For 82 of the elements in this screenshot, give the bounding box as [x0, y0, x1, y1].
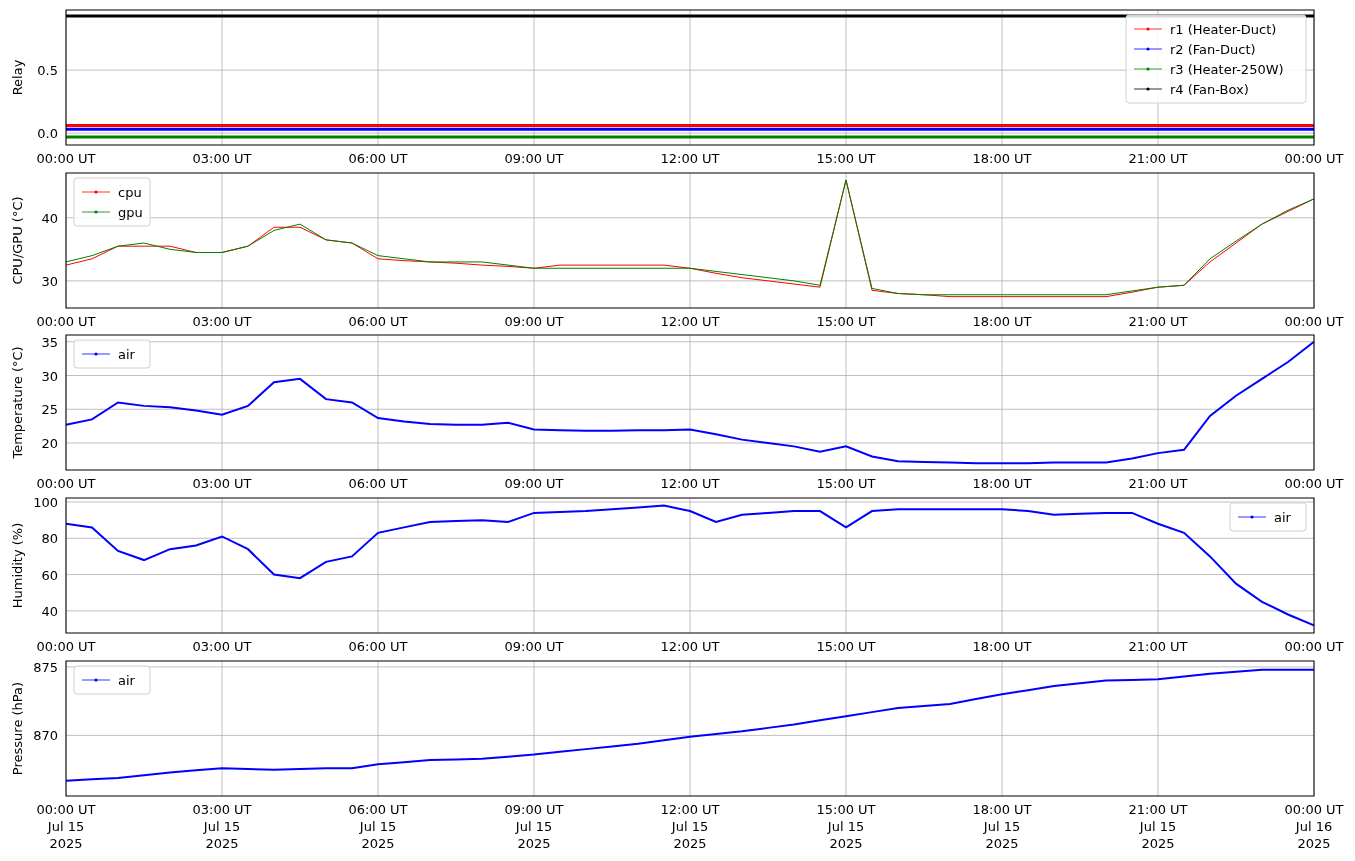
tick-label: 00:00 UT [1284, 151, 1344, 166]
tick-label: 35 [41, 335, 58, 350]
tick-label: 06:00 UT Jul 15 2025 [348, 801, 408, 851]
tick-label: 15:00 UT [816, 313, 876, 329]
tick-label: 21:00 UT Jul 15 2025 [1128, 801, 1188, 851]
axis-label: Relay [10, 59, 25, 96]
tick-label: 12:00 UT [660, 313, 720, 329]
tick-label: 15:00 UT [816, 638, 876, 654]
tick-label: 09:00 UT [504, 476, 564, 492]
axis-label: Pressure (hPa) [10, 681, 25, 775]
legend-line-icon [81, 677, 111, 682]
tick-label: 15:00 UT Jul 15 2025 [816, 801, 876, 851]
tick-label: 09:00 UT [504, 313, 564, 329]
tick-label: 12:00 UT [660, 638, 720, 654]
tick-label: 15:00 UT [816, 151, 876, 166]
tick-label: 00:00 UT [36, 638, 96, 654]
legend-line-icon [81, 190, 111, 194]
tick-label: 18:00 UT [972, 476, 1032, 492]
tick-label: 00:00 UT [36, 313, 96, 329]
tick-label: 875 [33, 659, 58, 675]
legend-label: air [1274, 509, 1291, 525]
tick-label: 100 [33, 494, 58, 510]
tick-label: 21:00 UT [1128, 638, 1188, 654]
tick-label: 12:00 UT Jul 15 2025 [660, 801, 720, 851]
legend-label: air [118, 347, 135, 363]
tick-label: 09:00 UT [504, 151, 564, 166]
tick-label: 03:00 UT [192, 638, 252, 654]
tick-label: 18:00 UT [972, 638, 1032, 654]
legend-line-icon [81, 210, 111, 214]
tick-label: 00:00 UT [36, 476, 96, 492]
legend-line-icon [1133, 27, 1163, 31]
tick-label: 80 [41, 531, 58, 547]
legend-line-icon [1133, 67, 1163, 71]
legend-line-icon [1237, 515, 1267, 519]
tick-label: 12:00 UT [660, 151, 720, 166]
tick-label: 18:00 UT Jul 15 2025 [972, 801, 1032, 851]
legend-label: r4 (Fan-Box) [1170, 82, 1249, 97]
axis-label: Temperature (°C) [10, 346, 25, 459]
tick-label: 870 [33, 727, 58, 743]
tick-label: 06:00 UT [348, 313, 408, 329]
tick-label: 06:00 UT [348, 476, 408, 492]
tick-label: 00:00 UT Jul 15 2025 [36, 801, 96, 851]
tick-label: 21:00 UT [1128, 476, 1188, 492]
tick-label: 09:00 UT [504, 638, 564, 654]
tick-label: 06:00 UT [348, 151, 408, 166]
tick-label: 18:00 UT [972, 151, 1032, 166]
tick-label: 40 [41, 210, 58, 226]
axis-label: CPU/GPU (°C) [10, 196, 25, 285]
tick-label: 03:00 UT [192, 476, 252, 492]
tick-label: 00:00 UT [36, 151, 96, 166]
tick-label: 60 [41, 567, 58, 583]
legend-label: air [118, 672, 135, 688]
tick-label: 15:00 UT [816, 476, 876, 492]
legend-label: gpu [118, 204, 143, 220]
tick-label: 30 [41, 368, 58, 384]
tick-label: 20 [41, 436, 58, 452]
tick-label: 21:00 UT [1128, 313, 1188, 329]
tick-label: 00:00 UT [1284, 476, 1344, 492]
legend-line-icon [1133, 47, 1163, 51]
legend-label: r2 (Fan-Duct) [1170, 42, 1256, 57]
legend-line-icon [1133, 87, 1163, 91]
tick-label: 03:00 UT [192, 151, 252, 166]
tick-label: 30 [41, 273, 58, 289]
tick-label: 03:00 UT Jul 15 2025 [192, 801, 252, 851]
axis-label: Humidity (%) [10, 522, 25, 609]
tick-label: 21:00 UT [1128, 151, 1188, 166]
legend-label: r1 (Heater-Duct) [1170, 22, 1277, 37]
tick-label: 25 [41, 402, 58, 418]
legend-label: cpu [118, 184, 142, 200]
tick-label: 03:00 UT [192, 313, 252, 329]
tick-label: 0.5 [37, 63, 58, 79]
tick-label: 00:00 UT [1284, 313, 1344, 329]
tick-label: 00:00 UT Jul 16 2025 [1284, 801, 1344, 851]
tick-label: 06:00 UT [348, 638, 408, 654]
tick-label: 12:00 UT [660, 476, 720, 492]
tick-label: 0.0 [37, 126, 58, 142]
legend-label: r3 (Heater-250W) [1170, 62, 1284, 77]
tick-label: 40 [41, 603, 58, 619]
tick-label: 09:00 UT Jul 15 2025 [504, 801, 564, 851]
legend-line-icon [81, 352, 111, 356]
tick-label: 18:00 UT [972, 313, 1032, 329]
tick-label: 00:00 UT [1284, 638, 1344, 654]
